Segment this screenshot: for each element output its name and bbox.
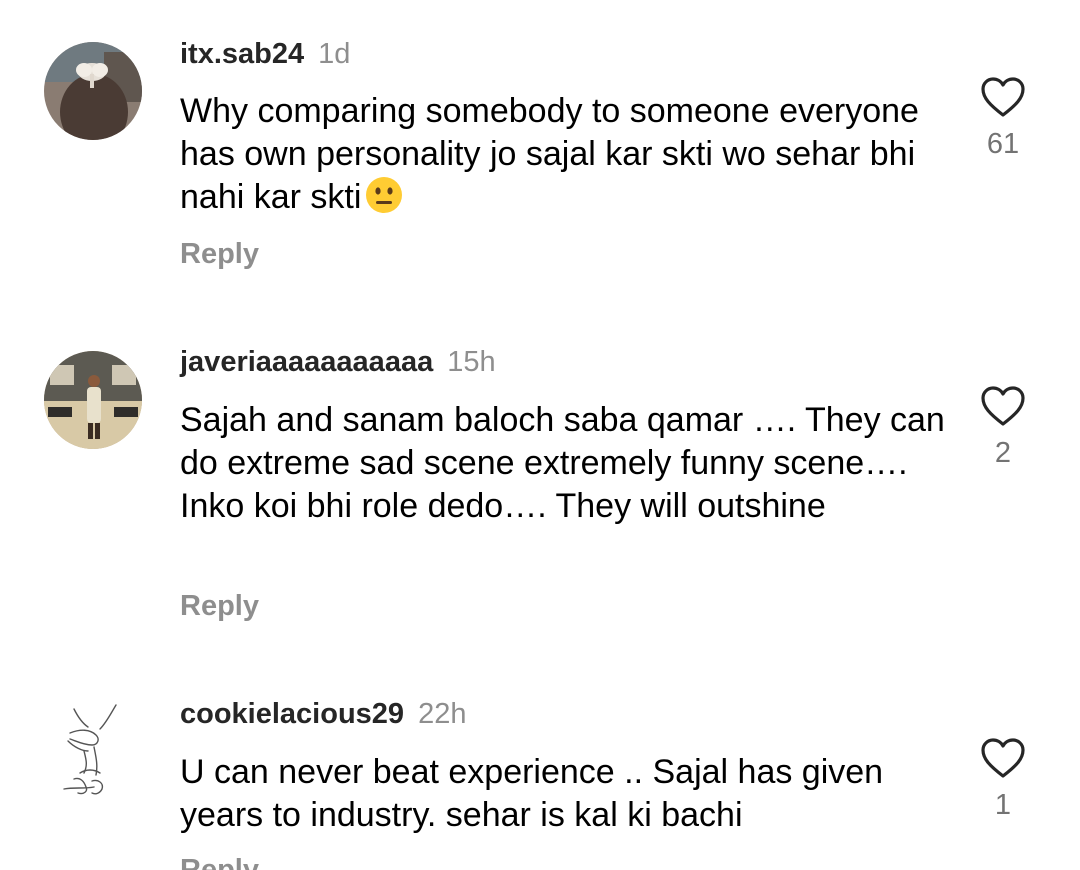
reply-clip: Reply	[0, 856, 1080, 870]
comment-text-content: U can never beat experience .. Sajal has…	[180, 753, 884, 834]
avatar[interactable]	[44, 703, 142, 801]
comment-meta: cookielacious29 22h	[180, 697, 466, 731]
comment-username[interactable]: cookielacious29	[180, 698, 404, 730]
comment-item: cookielacious29 22h U can never beat expe…	[0, 0, 1080, 870]
reply-button[interactable]: Reply	[180, 856, 259, 870]
heart-icon[interactable]	[980, 737, 1026, 779]
comment-time: 22h	[418, 698, 467, 730]
comment-text: U can never beat experience .. Sajal has…	[180, 751, 950, 837]
like-control: 1	[978, 737, 1028, 822]
like-count: 1	[994, 789, 1012, 821]
hands-sketch-icon	[63, 704, 117, 795]
